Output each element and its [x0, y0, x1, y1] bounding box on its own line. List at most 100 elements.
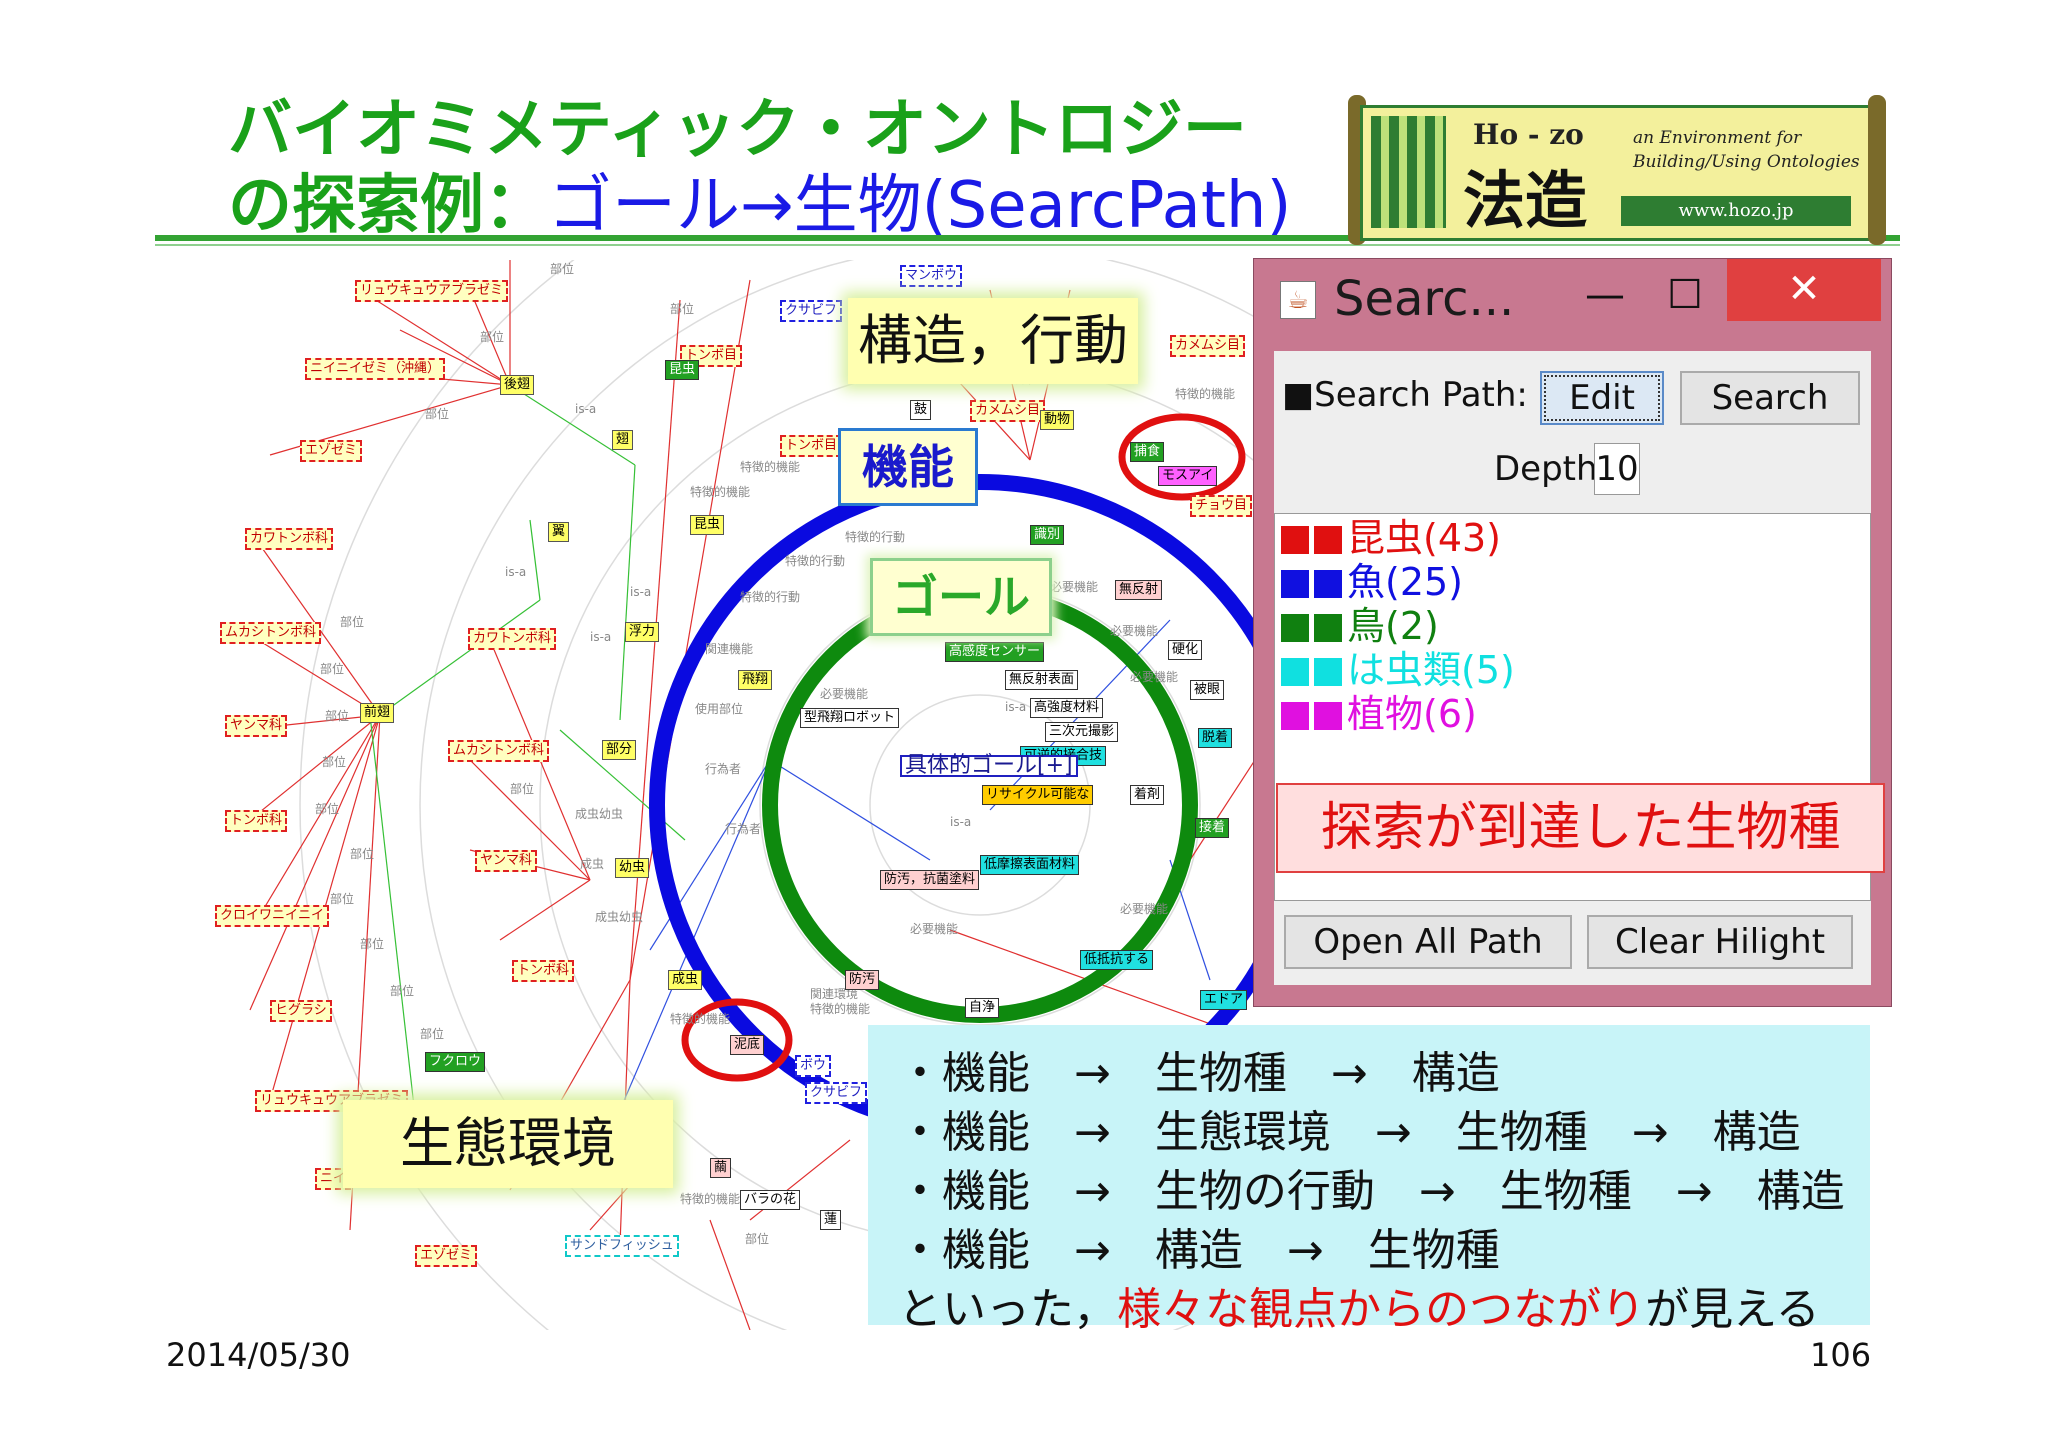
- graph-node[interactable]: 成虫: [668, 970, 703, 990]
- list-item[interactable]: 魚(25): [1281, 560, 1463, 604]
- list-item[interactable]: は虫類(5): [1281, 648, 1515, 692]
- note-line: ・機能 → 生態環境 → 生物種 → 構造: [898, 1107, 1801, 1158]
- depth-input[interactable]: 10: [1594, 443, 1640, 495]
- window-body: ■Search Path: Edit Search Depth 10 昆虫(43…: [1274, 351, 1885, 985]
- edge-label: is-a: [590, 630, 612, 644]
- graph-node[interactable]: カメムシ目: [1170, 335, 1246, 357]
- graph-node[interactable]: 浮力: [625, 622, 660, 642]
- graph-node[interactable]: クロイワニイニイ: [215, 905, 330, 927]
- graph-node[interactable]: カメムシ目: [970, 400, 1046, 422]
- graph-node[interactable]: トンボ科: [225, 810, 288, 832]
- graph-node[interactable]: 蓮: [820, 1210, 842, 1230]
- graph-node[interactable]: ヤンマ科: [475, 850, 538, 872]
- graph-node[interactable]: 硬化: [1168, 640, 1203, 660]
- graph-node[interactable]: 脱着: [1198, 728, 1233, 748]
- graph-node[interactable]: 高感度センサー: [945, 642, 1045, 662]
- graph-node[interactable]: マンボウ: [900, 265, 963, 287]
- maximize-button[interactable]: ☐: [1660, 275, 1710, 317]
- callout-goal: ゴール: [870, 558, 1052, 636]
- graph-node[interactable]: バラの花: [740, 1190, 801, 1210]
- edit-button[interactable]: Edit: [1540, 371, 1664, 425]
- graph-node[interactable]: 幼虫: [615, 858, 650, 878]
- title-highlight: ゴール→生物(SearcPath): [548, 169, 1292, 243]
- edge-label: 成虫幼虫: [575, 807, 624, 821]
- graph-node[interactable]: 昆虫: [690, 515, 725, 535]
- graph-node[interactable]: ヒグラシ: [270, 1000, 332, 1022]
- graph-node[interactable]: 繭: [710, 1158, 732, 1178]
- graph-node[interactable]: リサイクル可能な: [982, 785, 1094, 805]
- list-item[interactable]: 植物(6): [1281, 692, 1477, 736]
- graph-node[interactable]: 後翅: [500, 375, 535, 395]
- edge-label: 使用部位: [695, 702, 744, 716]
- graph-node[interactable]: 自浄: [965, 998, 1000, 1018]
- open-all-path-button[interactable]: Open All Path: [1284, 915, 1572, 969]
- graph-node[interactable]: 防汚: [845, 970, 880, 990]
- graph-node[interactable]: 被眼: [1190, 680, 1225, 700]
- graph-node[interactable]: ムカシトンボ科: [448, 740, 550, 762]
- close-button[interactable]: ✕: [1727, 259, 1881, 321]
- edge-label: 特徴的行動: [740, 590, 801, 604]
- graph-node[interactable]: 無反射: [1115, 580, 1163, 600]
- graph-node[interactable]: 防汚，抗菌塗料: [880, 870, 980, 890]
- graph-node[interactable]: チョウ目: [1190, 495, 1253, 517]
- result-label: 鳥(2): [1347, 604, 1439, 648]
- note-suffix: が見える: [1645, 1284, 1820, 1335]
- graph-node[interactable]: 三次元撮影: [1045, 722, 1119, 742]
- search-button[interactable]: Search: [1680, 371, 1860, 425]
- graph-node[interactable]: 前翅: [360, 703, 395, 723]
- title-line-2: の探索例：ゴール→生物(SearcPath): [228, 168, 1291, 244]
- graph-node[interactable]: 飛翔: [738, 670, 773, 690]
- graph-node[interactable]: カワトンボ科: [245, 528, 334, 550]
- search-path-window[interactable]: ☕ Searc... — ☐ ✕ ■Search Path: Edit Sear…: [1253, 258, 1892, 1007]
- note-line: ・機能 → 生物種 → 構造: [898, 1048, 1500, 1099]
- graph-node[interactable]: 動物: [1040, 410, 1075, 430]
- graph-node[interactable]: フクロウ: [425, 1052, 486, 1072]
- graph-node[interactable]: エドア: [1200, 990, 1248, 1010]
- graph-node[interactable]: クサビフ: [780, 300, 843, 322]
- graph-node[interactable]: 識別: [1030, 525, 1065, 545]
- graph-node[interactable]: クサビフ: [805, 1082, 868, 1104]
- callout-ecology: 生態環境: [343, 1100, 673, 1188]
- graph-node[interactable]: ボウ: [795, 1055, 832, 1077]
- graph-node[interactable]: モスアイ: [1158, 466, 1218, 486]
- graph-node[interactable]: リュウキュウアブラゼミ: [355, 280, 509, 302]
- java-icon: ☕: [1280, 281, 1316, 319]
- graph-node[interactable]: 接着: [1195, 818, 1230, 838]
- list-item[interactable]: 鳥(2): [1281, 604, 1439, 648]
- list-item[interactable]: 昆虫(43): [1281, 516, 1501, 560]
- graph-node[interactable]: 無反射表面: [1005, 670, 1079, 690]
- graph-node[interactable]: ニイニイゼミ（沖縄）: [305, 358, 446, 380]
- graph-node[interactable]: 泥底: [730, 1035, 765, 1055]
- reached-species-note: 探索が到達した生物種: [1276, 783, 1885, 873]
- graph-node[interactable]: サンドフィッシュ: [565, 1235, 679, 1257]
- graph-node[interactable]: 鼓: [910, 400, 932, 420]
- graph-node[interactable]: 着剤: [1130, 785, 1165, 805]
- graph-node[interactable]: トンボ科: [512, 960, 575, 982]
- note-prefix: といった，: [898, 1284, 1118, 1335]
- minimize-button[interactable]: —: [1580, 275, 1630, 317]
- graph-node[interactable]: 低抵抗する: [1080, 950, 1154, 970]
- edge-label: 必要機能: [910, 922, 959, 936]
- graph-node[interactable]: 翅: [612, 430, 634, 450]
- graph-node[interactable]: 低摩擦表面材料: [980, 855, 1080, 875]
- window-titlebar[interactable]: ☕ Searc... — ☐ ✕: [1254, 259, 1891, 331]
- edge-label: 部位: [670, 302, 695, 316]
- hozo-logo: Ho - zo 法造 an Environment for Building/U…: [1360, 105, 1886, 241]
- logo-tagline: an Environment for Building/Using Ontolo…: [1633, 128, 1860, 172]
- graph-node[interactable]: 部分: [602, 740, 637, 760]
- graph-node[interactable]: 高強度材料: [1030, 698, 1104, 718]
- graph-node[interactable]: エゾゼミ: [300, 440, 363, 462]
- edge-label: 必要機能: [1050, 580, 1099, 594]
- graph-node[interactable]: 型飛翔ロボット: [800, 708, 900, 728]
- graph-node[interactable]: 翼: [548, 522, 570, 542]
- graph-node[interactable]: カワトンボ科: [468, 628, 557, 650]
- clear-highlight-button[interactable]: Clear Hilight: [1587, 915, 1853, 969]
- graph-node[interactable]: ヤンマ科: [225, 715, 288, 737]
- graph-node[interactable]: ムカシトンボ科: [220, 622, 322, 644]
- edge-label: 部位: [350, 847, 375, 861]
- graph-node[interactable]: 捕食: [1130, 442, 1165, 462]
- graph-node[interactable]: トンボ目: [780, 435, 843, 457]
- graph-node[interactable]: 昆虫: [665, 360, 700, 380]
- graph-node[interactable]: エゾゼミ: [415, 1245, 478, 1267]
- center-goal-node[interactable]: 具体的ゴール[+]: [900, 755, 1078, 777]
